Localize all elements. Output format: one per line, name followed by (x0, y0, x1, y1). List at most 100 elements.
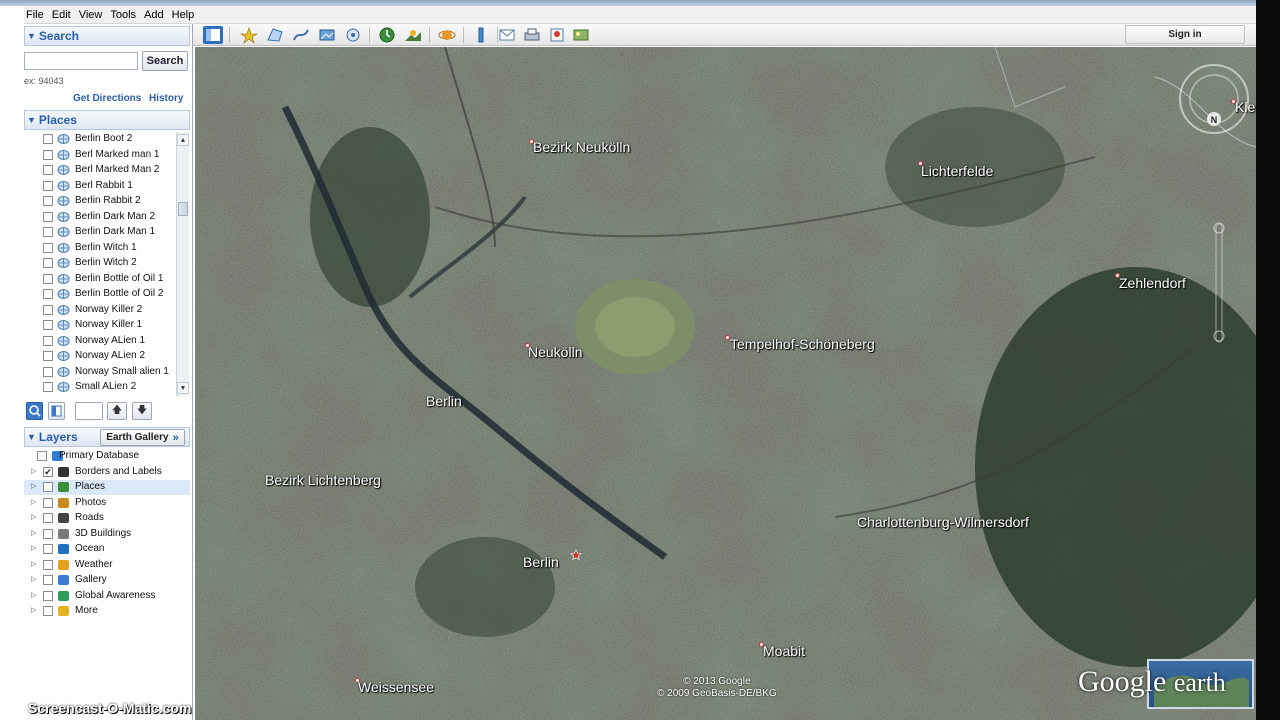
place-item[interactable]: Berlin Boot 2 (24, 132, 176, 147)
place-checkbox[interactable] (43, 134, 53, 144)
history-link[interactable]: History (149, 93, 183, 104)
places-field[interactable] (75, 402, 103, 420)
layer-item[interactable]: ▷ Weather (24, 558, 190, 573)
search-panel-header[interactable]: ▼ Search (24, 26, 190, 46)
place-item[interactable]: Berlin Witch 2 (24, 256, 176, 271)
expand-arrow-icon[interactable]: ▷ (31, 513, 36, 521)
place-checkbox[interactable] (43, 273, 53, 284)
layer-checkbox[interactable] (37, 451, 47, 461)
expand-arrow-icon[interactable]: ▷ (31, 544, 36, 552)
layer-checkbox[interactable] (43, 590, 53, 601)
place-checkbox[interactable] (43, 242, 53, 253)
place-item[interactable]: Berlin Bottle of Oil 1 (24, 272, 176, 287)
place-checkbox[interactable] (43, 382, 53, 392)
place-checkbox[interactable] (43, 180, 53, 191)
print-button[interactable] (522, 26, 542, 44)
expand-arrow-icon[interactable]: ▷ (31, 467, 36, 475)
place-item[interactable]: Berl Rabbit 1 (24, 179, 176, 194)
expand-arrow-icon[interactable]: ▷ (31, 606, 36, 614)
map-label[interactable]: Zehlendorf (1119, 275, 1186, 291)
email-button[interactable] (497, 26, 517, 44)
place-item[interactable]: Berl Marked Man 2 (24, 163, 176, 178)
menu-file[interactable]: File (26, 9, 52, 21)
add-polygon-button[interactable] (265, 26, 285, 44)
place-checkbox[interactable] (43, 320, 53, 330)
menu-edit[interactable]: Edit (52, 9, 79, 21)
sign-in-button[interactable]: Sign in (1125, 25, 1245, 44)
get-directions-link[interactable]: Get Directions (73, 93, 141, 104)
move-up-button[interactable]: 🡅 (107, 402, 127, 420)
layer-item[interactable]: ▷ More (24, 604, 190, 619)
places-scrollbar[interactable]: ▲ ▼ (176, 132, 189, 396)
layer-item[interactable]: ▷ Roads (24, 511, 190, 526)
map-label[interactable]: Moabit (763, 643, 805, 659)
add-image-overlay-button[interactable] (317, 26, 337, 44)
earth-gallery-button[interactable]: Earth Gallery » (100, 429, 185, 446)
toggle-panel-button[interactable] (48, 402, 65, 420)
view-in-maps-button[interactable] (547, 26, 567, 44)
place-item[interactable]: Berlin Witch 1 (24, 241, 176, 256)
menu-add[interactable]: Add (144, 9, 172, 21)
layer-checkbox[interactable] (43, 559, 53, 570)
place-item[interactable]: Norway ALien 1 (24, 334, 176, 349)
place-checkbox[interactable] (43, 351, 53, 361)
navigation-compass[interactable]: N (1152, 55, 1252, 155)
sunlight-button[interactable] (403, 26, 423, 44)
map-label[interactable]: Berlin (523, 554, 559, 570)
place-checkbox[interactable] (43, 149, 53, 160)
search-input[interactable] (24, 52, 138, 70)
place-item[interactable]: Berlin Dark Man 2 (24, 210, 176, 225)
add-placemark-button[interactable] (239, 26, 259, 44)
layer-item[interactable]: ▷ Places (24, 480, 190, 495)
places-panel-header[interactable]: ▼ Places (24, 110, 190, 130)
place-item[interactable]: Berl Marked man 1 (24, 148, 176, 163)
layer-checkbox[interactable] (43, 606, 53, 616)
layer-checkbox[interactable] (43, 482, 53, 492)
map-label[interactable]: Tempelhof-Schöneberg (730, 336, 875, 352)
layer-checkbox[interactable] (43, 544, 53, 554)
place-checkbox[interactable] (43, 227, 53, 237)
move-down-button[interactable]: 🡇 (132, 402, 152, 420)
map-label[interactable]: Bezirk Neukölln (533, 139, 630, 155)
layer-item[interactable]: ▷ 3D Buildings (24, 527, 190, 542)
layer-checkbox[interactable] (43, 497, 53, 508)
expand-arrow-icon[interactable]: ▷ (31, 498, 36, 506)
map-label[interactable]: Neukölln (528, 344, 582, 360)
place-item[interactable]: Berlin Dark Man 1 (24, 225, 176, 240)
layer-item[interactable]: ▷ Photos (24, 496, 190, 511)
map-label[interactable]: Charlottenburg-Wilmersdorf (857, 514, 1029, 530)
record-tour-button[interactable] (343, 26, 363, 44)
expand-arrow-icon[interactable]: ▷ (31, 482, 36, 490)
place-checkbox[interactable] (43, 196, 53, 206)
place-item[interactable]: Norway Killer 1 (24, 318, 176, 333)
layer-item[interactable]: ▷ ✔ Borders and Labels (24, 465, 190, 480)
zoom-slider[interactable] (1212, 220, 1226, 346)
expand-arrow-icon[interactable]: ▷ (31, 529, 36, 537)
expand-arrow-icon[interactable]: ▷ (31, 591, 36, 599)
map-label[interactable]: Bezirk Lichtenberg (265, 472, 381, 488)
map-label[interactable]: Weissensee (358, 679, 434, 695)
place-item[interactable]: Small ALien 2 (24, 380, 176, 395)
layer-checkbox[interactable]: ✔ (43, 466, 53, 477)
place-checkbox[interactable] (43, 335, 53, 346)
place-item[interactable]: Norway Small alien 1 (24, 365, 176, 380)
scroll-down-icon[interactable]: ▼ (177, 382, 189, 394)
place-item[interactable]: Norway ALien 2 (24, 349, 176, 364)
expand-arrow-icon[interactable]: ▷ (31, 575, 36, 583)
scroll-thumb[interactable] (178, 202, 188, 216)
place-item[interactable]: Berlin Bottle of Oil 2 (24, 287, 176, 302)
layer-checkbox[interactable] (43, 513, 53, 523)
place-checkbox[interactable] (43, 211, 53, 222)
map-label[interactable]: Lichterfelde (921, 163, 993, 179)
save-image-button[interactable] (571, 26, 591, 44)
switch-planet-button[interactable] (437, 26, 457, 44)
layer-item[interactable]: ▷ Global Awareness (24, 589, 190, 604)
add-path-button[interactable] (291, 26, 311, 44)
search-button[interactable]: Search (142, 51, 188, 71)
layer-checkbox[interactable] (43, 575, 53, 585)
place-checkbox[interactable] (43, 258, 53, 268)
layer-item[interactable]: Primary Database (24, 449, 190, 464)
expand-arrow-icon[interactable]: ▷ (31, 560, 36, 568)
place-checkbox[interactable] (43, 366, 53, 377)
scroll-up-icon[interactable]: ▲ (177, 134, 189, 146)
